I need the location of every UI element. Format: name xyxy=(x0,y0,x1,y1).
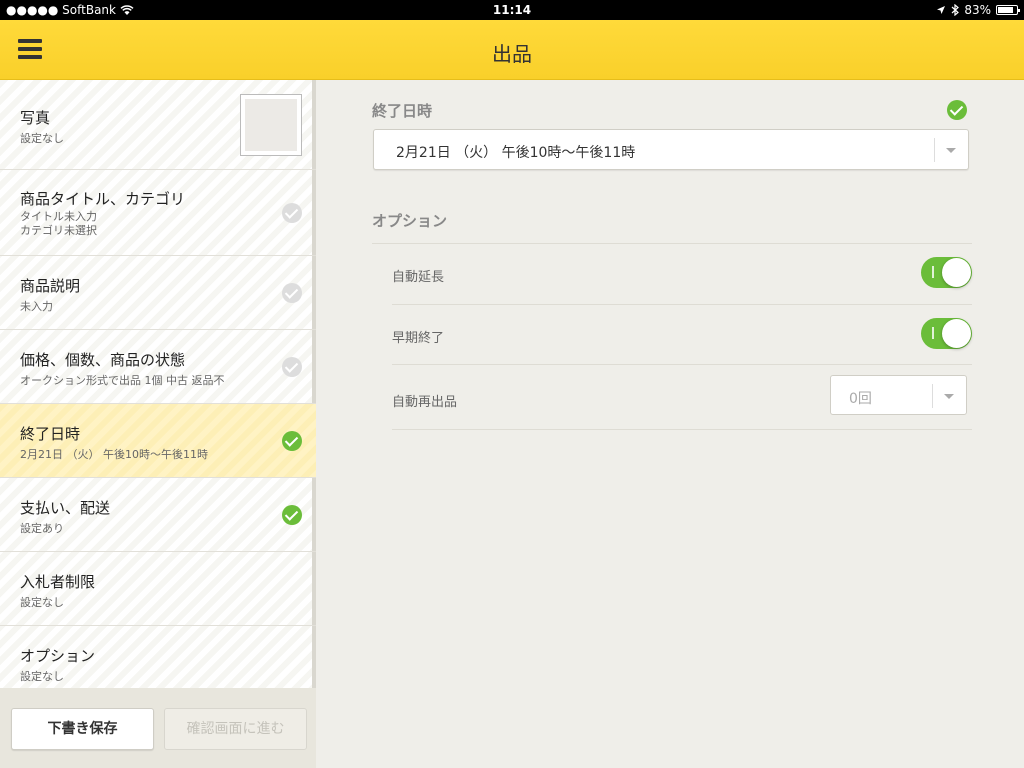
sidebar-item-title: 価格、個数、商品の状態 xyxy=(20,351,186,369)
save-draft-button[interactable]: 下書き保存 xyxy=(11,708,154,750)
sidebar-item-sub: カテゴリ未選択 xyxy=(20,224,97,237)
sidebar-item-sub: 設定なし xyxy=(20,670,64,683)
status-bar: ●●●●● SoftBank 11:14 83% xyxy=(0,0,1024,20)
sidebar-item-sub: 2月21日 （火） 午後10時〜午後11時 xyxy=(20,448,208,461)
sidebar-item-sub: オークション形式で出品 1個 中古 返品不 xyxy=(20,374,225,387)
option-row-auto-extend: 自動延長 xyxy=(392,244,972,304)
relist-count-select[interactable]: 0回 xyxy=(830,375,967,415)
location-arrow-icon xyxy=(937,6,946,14)
sidebar-item-sub: 設定なし xyxy=(20,132,64,145)
sidebar-item-title: 商品タイトル、カテゴリ xyxy=(20,190,186,208)
chevron-down-icon xyxy=(946,148,956,153)
sidebar-item-payment-shipping[interactable]: 支払い、配送 設定あり xyxy=(0,478,316,552)
relist-count-value: 0回 xyxy=(849,391,872,407)
sidebar-item-price[interactable]: 価格、個数、商品の状態 オークション形式で出品 1個 中古 返品不 xyxy=(0,330,316,404)
sidebar-item-end-date[interactable]: 終了日時 2月21日 （火） 午後10時〜午後11時 xyxy=(0,404,316,478)
nav-bar: 出品 xyxy=(0,20,1024,80)
clock: 11:14 xyxy=(492,3,532,17)
end-date-value: 2月21日 （火） 午後10時〜午後11時 xyxy=(396,145,636,161)
incomplete-check-icon xyxy=(282,203,302,223)
photo-thumbnail[interactable] xyxy=(240,94,302,156)
options-label: オプション xyxy=(372,212,448,230)
battery-fill xyxy=(998,7,1013,13)
sidebar-item-sub: 設定あり xyxy=(20,522,64,535)
sidebar-item-title: 終了日時 xyxy=(20,425,81,443)
option-label: 自動延長 xyxy=(392,270,445,285)
incomplete-check-icon xyxy=(282,357,302,377)
early-end-toggle[interactable] xyxy=(921,318,972,349)
option-row-auto-relist: 自動再出品 0回 xyxy=(392,364,972,430)
end-date-label: 終了日時 xyxy=(372,102,433,120)
confirm-button[interactable]: 確認画面に進む xyxy=(164,708,307,750)
sidebar-item-title: オプション xyxy=(20,647,96,665)
option-row-early-end: 早期終了 xyxy=(392,304,972,364)
sidebar-item-title: 入札者制限 xyxy=(20,573,96,591)
option-label: 自動再出品 xyxy=(392,395,458,410)
sidebar: 写真 設定なし 商品タイトル、カテゴリ タイトル未入力 カテゴリ未選択 商品説明… xyxy=(0,80,316,768)
complete-check-icon xyxy=(282,505,302,525)
option-label: 早期終了 xyxy=(392,331,445,346)
complete-check-icon xyxy=(947,100,967,120)
sidebar-item-sub: 設定なし xyxy=(20,596,64,609)
sidebar-item-description[interactable]: 商品説明 未入力 xyxy=(0,256,316,330)
sidebar-item-title: 商品説明 xyxy=(20,277,81,295)
sidebar-item-photo[interactable]: 写真 設定なし xyxy=(0,80,316,170)
sidebar-item-title-category[interactable]: 商品タイトル、カテゴリ タイトル未入力 カテゴリ未選択 xyxy=(0,170,316,256)
sidebar-item-options[interactable]: オプション 設定なし xyxy=(0,626,316,688)
battery-icon xyxy=(996,5,1020,15)
sidebar-item-sub: 未入力 xyxy=(20,300,53,313)
chevron-down-icon xyxy=(944,394,954,399)
sidebar-footer: 下書き保存 確認画面に進む xyxy=(0,688,316,768)
sidebar-item-title: 写真 xyxy=(20,109,51,127)
sidebar-item-sub: タイトル未入力 xyxy=(20,210,97,223)
main-content: 終了日時 2月21日 （火） 午後10時〜午後11時 オプション 自動延長 早期… xyxy=(320,80,1024,768)
page-title: 出品 xyxy=(492,42,532,66)
bluetooth-icon xyxy=(951,4,960,16)
complete-check-icon xyxy=(282,431,302,451)
battery-percent: 83% xyxy=(964,3,991,17)
incomplete-check-icon xyxy=(282,283,302,303)
sidebar-item-title: 支払い、配送 xyxy=(20,499,111,517)
end-date-select[interactable]: 2月21日 （火） 午後10時〜午後11時 xyxy=(373,129,969,170)
sidebar-item-bidder-restriction[interactable]: 入札者制限 設定なし xyxy=(0,552,316,626)
auto-extend-toggle[interactable] xyxy=(921,257,972,288)
